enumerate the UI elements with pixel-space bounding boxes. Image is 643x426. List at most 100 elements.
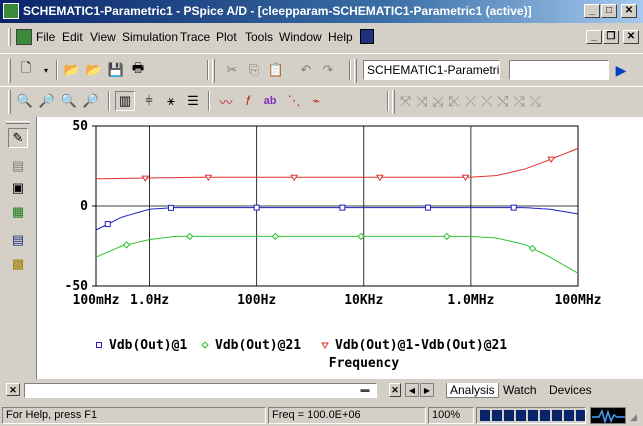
log-y-axis-icon[interactable]: ☰	[183, 91, 203, 111]
close-command-pane-button[interactable]: ✕	[6, 383, 20, 396]
legend-entry[interactable]: Vdb(Out)@1-Vdb(Out)@21	[321, 338, 507, 353]
tab-devices[interactable]: Devices	[546, 383, 595, 398]
run-icon[interactable]: ▶	[611, 60, 631, 80]
save-icon[interactable]: 💾	[106, 60, 126, 80]
simulation-messages-icon[interactable]: ▣	[8, 178, 28, 198]
trace-3[interactable]	[95, 147, 579, 183]
run-field[interactable]	[509, 60, 609, 80]
toolbar-grip[interactable]	[6, 121, 30, 124]
menu-simulation[interactable]: Simulation	[122, 30, 178, 44]
progress-block	[564, 410, 574, 421]
zoom-out-icon[interactable]: 🔎	[37, 91, 57, 111]
cut-icon[interactable]: ✂	[222, 60, 242, 80]
toolbar-grip[interactable]	[8, 90, 11, 114]
trace-line	[95, 207, 579, 231]
app-icon[interactable]	[3, 3, 19, 19]
close-output-pane-button[interactable]: ✕	[389, 383, 401, 397]
document-icon[interactable]	[16, 29, 32, 45]
child-close-button[interactable]: ✕	[623, 30, 639, 44]
zoom-fit-icon[interactable]: 🔎	[81, 91, 101, 111]
x-tick-label: 100MHz	[555, 293, 602, 308]
menu-view[interactable]: View	[90, 30, 116, 44]
log-x-axis-icon[interactable]: ▥	[115, 91, 135, 111]
undo-icon[interactable]: ↶	[296, 60, 316, 80]
menu-file[interactable]: File	[36, 30, 55, 44]
child-restore-button[interactable]: ❐	[603, 30, 619, 44]
tab-scroll-right-icon[interactable]: ▶	[420, 383, 434, 397]
menu-window[interactable]: Window	[279, 30, 322, 44]
menu-help[interactable]: Help	[328, 30, 353, 44]
data-point-marker	[186, 232, 194, 241]
redo-icon[interactable]: ↷	[318, 60, 338, 80]
fourier-icon[interactable]: ⫩	[139, 91, 159, 111]
new-dropdown-icon[interactable]: ▾	[36, 60, 56, 80]
probe-plot[interactable]: 50 0 -50 100mHz 1.0Hz 100Hz 10KHz 1.0MHz 100MHz…	[37, 117, 643, 379]
progress-block	[480, 410, 490, 421]
zoom-in-icon[interactable]: 🔍	[15, 91, 35, 111]
legend-entry[interactable]: Vdb(Out)@21	[201, 338, 301, 353]
data-point-marker	[167, 204, 174, 211]
toolbar-grip[interactable]	[354, 59, 357, 83]
trace-2[interactable]	[95, 232, 579, 274]
new-icon[interactable]: 🗋	[16, 60, 36, 80]
data-point-marker	[339, 204, 346, 211]
data-point-marker	[271, 232, 280, 241]
menu-plot[interactable]: Plot	[216, 30, 237, 44]
add-text-label-icon[interactable]: ab	[260, 91, 280, 111]
x-tick-label: 100mHz	[73, 293, 120, 308]
toolbar-grip[interactable]	[212, 59, 215, 83]
context-help-icon[interactable]	[360, 29, 374, 44]
tab-scroll-left-icon[interactable]: ◀	[405, 383, 419, 397]
x-tick-label: 1.0Hz	[130, 293, 169, 308]
open-icon[interactable]: 📂	[62, 60, 82, 80]
child-minimize-button[interactable]: _	[586, 30, 602, 44]
toggle-cursor-icon[interactable]: ⌁	[306, 91, 326, 111]
eval-goal-function-icon[interactable]: 𝑓	[238, 91, 258, 111]
command-input[interactable]	[24, 383, 377, 398]
add-trace-icon[interactable]: 〰	[216, 91, 236, 111]
view-simulation-results-icon[interactable]: ▤	[8, 230, 28, 250]
legend-entry[interactable]: Vdb(Out)@1	[96, 338, 188, 353]
performance-analysis-icon[interactable]: ⚹	[161, 91, 181, 111]
command-scroll-icon[interactable]: ▬	[356, 384, 374, 396]
status-zoom: 100%	[428, 407, 474, 424]
tab-watch[interactable]: Watch	[500, 383, 540, 398]
simulation-profile-select[interactable]: SCHEMATIC1-Parametric1	[363, 60, 500, 80]
print-icon[interactable]: 🖶	[128, 60, 148, 80]
tab-analysis[interactable]: Analysis	[446, 383, 499, 398]
toolbar-grip[interactable]	[8, 59, 11, 83]
menu-edit[interactable]: Edit	[62, 30, 83, 44]
menu-tools[interactable]: Tools	[245, 30, 273, 44]
menu-trace[interactable]: Trace	[180, 30, 210, 44]
paste-icon[interactable]: 📋	[266, 60, 286, 80]
view-simulation-queue-icon[interactable]: ▩	[8, 254, 28, 274]
data-point-marker	[96, 342, 102, 348]
close-button[interactable]: ✕	[621, 4, 637, 18]
toolbar-grip[interactable]	[392, 90, 395, 114]
view-output-file-icon[interactable]: ▤	[8, 156, 28, 176]
maximize-button[interactable]: □	[601, 4, 617, 18]
data-point-marker	[528, 244, 537, 253]
minimize-button[interactable]: _	[584, 4, 600, 18]
progress-block	[504, 410, 514, 421]
trace-line	[95, 147, 579, 180]
separator	[108, 91, 110, 111]
progress-block	[528, 410, 538, 421]
copy-icon[interactable]: ⎘	[244, 60, 264, 80]
resize-grip-icon[interactable]: ◢	[630, 412, 641, 423]
legend-label: Vdb(Out)@1-Vdb(Out)@21	[335, 338, 507, 353]
separator	[349, 60, 351, 80]
trace-1[interactable]	[95, 204, 579, 231]
simulation-settings-icon[interactable]: ▦	[8, 202, 28, 222]
mark-data-points-icon[interactable]: ⋱	[284, 91, 304, 111]
open-simulation-icon[interactable]: 📂	[84, 60, 104, 80]
y-tick-label: 0	[80, 199, 88, 214]
plot-window[interactable]: 50 0 -50 100mHz 1.0Hz 100Hz 10KHz 1.0MHz 100MHz…	[36, 117, 643, 379]
data-point-marker	[321, 342, 329, 349]
zoom-area-icon[interactable]: 🔍	[59, 91, 79, 111]
progress-block	[540, 410, 550, 421]
x-tick-label: 1.0MHz	[447, 293, 494, 308]
progress-block	[552, 410, 562, 421]
menubar-grip[interactable]	[8, 28, 11, 46]
probe-cursor-icon[interactable]: ✎	[8, 128, 28, 148]
